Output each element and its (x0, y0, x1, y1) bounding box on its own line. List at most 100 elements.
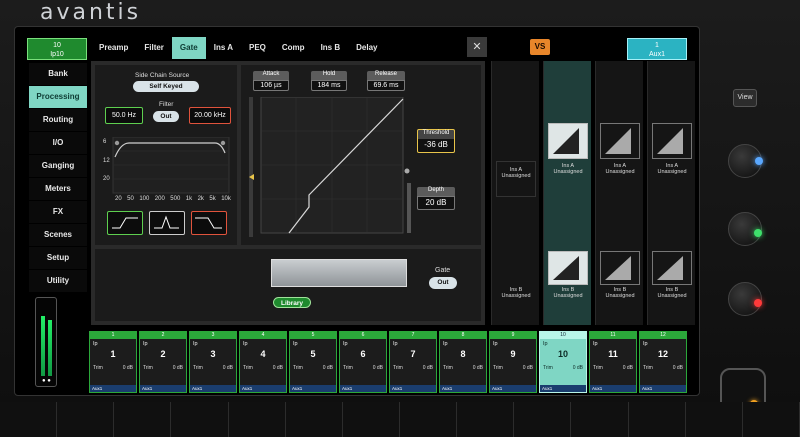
tab-ins-b[interactable]: Ins B (313, 37, 349, 59)
release-value[interactable]: 69.6 ms (367, 80, 405, 91)
channel-tile-ip: Ip (643, 341, 648, 347)
hardware-key[interactable] (571, 402, 629, 437)
ins-b-graph-icon (600, 251, 640, 285)
channel-tile-trim-value: 0 dB (672, 365, 683, 371)
sidebar-item-scenes[interactable]: Scenes (29, 224, 87, 246)
hardware-key[interactable] (228, 402, 286, 437)
sidebar-item-fx[interactable]: FX (29, 201, 87, 223)
gate-transfer-graph[interactable] (249, 97, 417, 243)
library-button[interactable]: Library (273, 297, 311, 308)
meter-bar-left (41, 316, 45, 376)
x-label: 200 (154, 196, 165, 202)
hardware-key[interactable] (57, 402, 115, 437)
channel-tile-number: 6 (340, 332, 386, 339)
blue-led-icon (755, 157, 763, 165)
channel-tile[interactable]: 4 Ip 4 Trim 0 dB Aux1 (239, 331, 287, 393)
channel-tile[interactable]: 3 Ip 3 Trim 0 dB Aux1 (189, 331, 237, 393)
hpf-shape-button[interactable] (107, 211, 143, 235)
channel-tile-number: 2 (140, 332, 186, 339)
sidebar-item-routing[interactable]: Routing (29, 109, 87, 131)
channel-tile-name: 8 (460, 349, 466, 359)
strip-selected[interactable]: Ins A Unassigned Ins B Unassigned (543, 61, 591, 325)
tab-preamp[interactable]: Preamp (91, 37, 136, 59)
channel-tile-trim-value: 0 dB (272, 365, 283, 371)
tab-comp[interactable]: Comp (274, 37, 313, 59)
hardware-key[interactable] (114, 402, 172, 437)
channel-tile-name: 7 (410, 349, 416, 359)
channel-tile[interactable]: 7 Ip 7 Trim 0 dB Aux1 (389, 331, 437, 393)
sidebar: Bank Processing Routing I/O Ganging Mete… (29, 63, 87, 293)
channel-tile-trim-value: 0 dB (572, 365, 583, 371)
channel-tile[interactable]: 5 Ip 5 Trim 0 dB Aux1 (289, 331, 337, 393)
hardware-key[interactable] (285, 402, 343, 437)
channel-tile-trim-value: 0 dB (172, 365, 183, 371)
hardware-key[interactable] (457, 402, 515, 437)
hardware-key[interactable] (342, 402, 400, 437)
side-chain-source-button[interactable]: Self Keyed (133, 81, 199, 92)
channel-tile-ip: Ip (243, 341, 248, 347)
selected-channel-button[interactable]: 10 Ip10 (27, 38, 87, 60)
lpf-shape-button[interactable] (191, 211, 227, 235)
sidebar-item-setup[interactable]: Setup (29, 247, 87, 269)
aux-number: 1 (655, 42, 659, 49)
channel-tile[interactable]: 9 Ip 9 Trim 0 dB Aux1 (489, 331, 537, 393)
strip[interactable]: Ins A Unassigned Ins B Unassigned (647, 61, 695, 325)
close-icon[interactable]: ✕ (467, 37, 487, 57)
attack-value[interactable]: 106 µs (253, 80, 289, 91)
hardware-key[interactable] (0, 402, 58, 437)
strip[interactable]: Ins A Unassigned Ins B Unassigned (491, 61, 539, 325)
sidebar-item-bank[interactable]: Bank (29, 63, 87, 85)
hardware-key[interactable] (514, 402, 572, 437)
aux-mix-button[interactable]: 1 Aux1 (627, 38, 687, 60)
sidebar-item-utility[interactable]: Utility (29, 270, 87, 292)
hardware-key[interactable] (171, 402, 229, 437)
ins-a-state: Unassigned (553, 169, 583, 175)
channel-tile[interactable]: 2 Ip 2 Trim 0 dB Aux1 (139, 331, 187, 393)
ins-a-state: Unassigned (605, 169, 635, 175)
sidebar-item-processing[interactable]: Processing (29, 86, 87, 108)
tab-peq[interactable]: PEQ (241, 37, 274, 59)
channel-tile[interactable]: 12 Ip 12 Trim 0 dB Aux1 (639, 331, 687, 393)
side-chain-title: Side Chain Source (135, 72, 190, 79)
ins-a-state: Unassigned (657, 169, 687, 175)
channel-tile-trim-label: Trim (593, 365, 603, 371)
gate-panel: Side Chain Source Self Keyed Filter Out … (91, 61, 485, 325)
tab-delay[interactable]: Delay (348, 37, 385, 59)
strip[interactable]: Ins A Unassigned Ins B Unassigned (595, 61, 643, 325)
channel-row: 1 Ip 1 Trim 0 dB Aux1 2 Ip 2 Trim 0 dB Aux1 3 Ip 3 Tr… (89, 331, 697, 393)
ins-b-graph-icon (652, 251, 692, 285)
depth-value[interactable]: 20 dB (417, 196, 455, 210)
filter-toggle[interactable]: Out (153, 111, 179, 122)
bandpass-shape-button[interactable] (149, 211, 185, 235)
tab-ins-a[interactable]: Ins A (206, 37, 241, 59)
sidebar-item-ganging[interactable]: Ganging (29, 155, 87, 177)
hpf-value[interactable]: 50.0 Hz (105, 107, 143, 124)
channel-tile[interactable]: 8 Ip 8 Trim 0 dB Aux1 (439, 331, 487, 393)
hardware-key[interactable] (742, 402, 800, 437)
sidebar-item-meters[interactable]: Meters (29, 178, 87, 200)
hold-value[interactable]: 184 ms (311, 80, 347, 91)
threshold-value[interactable]: -36 dB (417, 139, 455, 153)
channel-tile-selected[interactable]: 10 Ip 10 Trim 0 dB Aux1 (539, 331, 587, 393)
tab-gate[interactable]: Gate (171, 37, 206, 59)
library-section: Library Gate Out (95, 249, 481, 321)
hardware-key[interactable] (399, 402, 458, 437)
hardware-key[interactable] (628, 402, 686, 437)
filter-label: Filter (159, 101, 174, 108)
view-button[interactable]: View (733, 89, 757, 107)
channel-tile[interactable]: 6 Ip 6 Trim 0 dB Aux1 (339, 331, 387, 393)
ins-a-graph-icon (652, 123, 692, 159)
hardware-key[interactable] (685, 402, 743, 437)
x-label: 10k (221, 196, 231, 202)
sidebar-item-io[interactable]: I/O (29, 132, 87, 154)
x-label: 50 (127, 196, 134, 202)
channel-tile[interactable]: 11 Ip 11 Trim 0 dB Aux1 (589, 331, 637, 393)
channel-tile[interactable]: 1 Ip 1 Trim 0 dB Aux1 (89, 331, 137, 393)
tab-filter[interactable]: Filter (136, 37, 172, 59)
gate-toggle[interactable]: Out (429, 277, 457, 289)
channel-tile-ip: Ip (293, 341, 298, 347)
vs-button[interactable]: VS (530, 39, 550, 55)
channel-tile-aux: Aux1 (190, 385, 236, 392)
lpf-value[interactable]: 20.00 kHz (189, 107, 231, 124)
ins-b-state: Unassigned (553, 293, 583, 299)
